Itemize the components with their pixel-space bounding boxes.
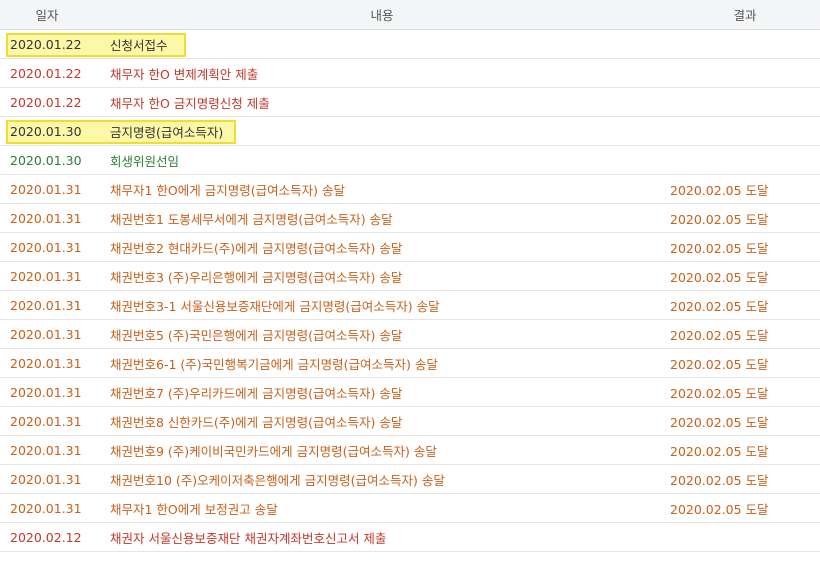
header-result: 결과 [733, 8, 757, 23]
row-content: 채권번호6-1 (주)국민행복기금에게 금지명령(급여소득자) 송달 [110, 356, 438, 372]
row-content: 채권번호5 (주)국민은행에게 금지명령(급여소득자) 송달 [110, 327, 403, 343]
table-row: 2020.01.31 채권번호7 (주)우리카드에게 금지명령(급여소득자) 송달… [0, 378, 820, 407]
row-date: 2020.01.31 [10, 442, 82, 458]
row-result: 2020.02.05 도달 [670, 356, 769, 372]
table-row: 2020.01.31 채권번호6-1 (주)국민행복기금에게 금지명령(급여소득자… [0, 349, 820, 378]
row-date: 2020.01.30 [10, 152, 82, 168]
header-content: 내용 [370, 8, 394, 23]
row-date: 2020.01.31 [10, 471, 82, 487]
row-date: 2020.01.31 [10, 239, 82, 255]
row-content: 채무자 한O 금지명령신청 제출 [110, 95, 270, 111]
table-header: 일자 내용 결과 [0, 0, 820, 30]
table-row: 2020.01.31 채권번호8 신한카드(주)에게 금지명령(급여소득자) 송달… [0, 407, 820, 436]
table-row: 2020.01.31 채권번호3 (주)우리은행에게 금지명령(급여소득자) 송달… [0, 262, 820, 291]
row-date: 2020.01.31 [10, 297, 82, 313]
row-content: 채권번호7 (주)우리카드에게 금지명령(급여소득자) 송달 [110, 385, 403, 401]
table-row: 2020.01.31 채권번호3-1 서울신용보증재단에게 금지명령(급여소득자)… [0, 291, 820, 320]
row-date: 2020.01.31 [10, 384, 82, 400]
table-row: 2020.01.30 회생위원선임 [0, 146, 820, 175]
row-result: 2020.02.05 도달 [670, 443, 769, 459]
table-row: 2020.01.31 채권번호9 (주)케이비국민카드에게 금지명령(급여소득자)… [0, 436, 820, 465]
row-date: 2020.01.31 [10, 268, 82, 284]
row-content: 채권번호9 (주)케이비국민카드에게 금지명령(급여소득자) 송달 [110, 443, 437, 459]
row-result: 2020.02.05 도달 [670, 211, 769, 227]
row-date: 2020.01.31 [10, 181, 82, 197]
row-content: 채권번호3-1 서울신용보증재단에게 금지명령(급여소득자) 송달 [110, 298, 440, 314]
row-date: 2020.01.31 [10, 210, 82, 226]
row-date: 2020.01.22 [10, 36, 82, 52]
row-content: 채권자 서울신용보증재단 채권자계좌번호신고서 제출 [110, 530, 387, 546]
row-result: 2020.02.05 도달 [670, 182, 769, 198]
row-content: 채권번호10 (주)오케이저축은행에게 금지명령(급여소득자) 송달 [110, 472, 445, 488]
table-row: 2020.01.31 채권번호2 현대카드(주)에게 금지명령(급여소득자) 송달… [0, 233, 820, 262]
row-content: 신청서접수 [110, 37, 168, 53]
table-row: 2020.01.22 신청서접수 [0, 30, 820, 59]
table-body: 2020.01.22 신청서접수 2020.01.22 채무자 한O 변제계획안 제출… [0, 30, 820, 552]
row-content: 금지명령(급여소득자) [110, 124, 224, 140]
row-result: 2020.02.05 도달 [670, 472, 769, 488]
row-date: 2020.01.31 [10, 355, 82, 371]
table-row: 2020.01.31 채무자1 한O에게 금지명령(급여소득자) 송달 2020.0… [0, 175, 820, 204]
row-content: 채권번호8 신한카드(주)에게 금지명령(급여소득자) 송달 [110, 414, 403, 430]
row-content: 채권번호1 도봉세무서에게 금지명령(급여소득자) 송달 [110, 211, 393, 227]
case-progress-table: 일자 내용 결과 2020.01.22 신청서접수 2020.01.22 채무자 한O… [0, 0, 820, 552]
row-date: 2020.01.22 [10, 65, 82, 81]
row-content: 채무자1 한O에게 보정권고 송달 [110, 501, 278, 517]
row-date: 2020.01.31 [10, 326, 82, 342]
row-content: 채무자1 한O에게 금지명령(급여소득자) 송달 [110, 182, 345, 198]
table-row: 2020.01.30 금지명령(급여소득자) [0, 117, 820, 146]
row-result: 2020.02.05 도달 [670, 240, 769, 256]
table-row: 2020.01.31 채권번호10 (주)오케이저축은행에게 금지명령(급여소득자… [0, 465, 820, 494]
row-content: 채권번호3 (주)우리은행에게 금지명령(급여소득자) 송달 [110, 269, 403, 285]
header-date: 일자 [35, 8, 59, 23]
row-result: 2020.02.05 도달 [670, 269, 769, 285]
row-content: 회생위원선임 [110, 153, 180, 169]
row-result: 2020.02.05 도달 [670, 414, 769, 430]
table-row: 2020.01.31 채권번호5 (주)국민은행에게 금지명령(급여소득자) 송달… [0, 320, 820, 349]
row-content: 채무자 한O 변제계획안 제출 [110, 66, 259, 82]
table-row: 2020.01.31 채권번호1 도봉세무서에게 금지명령(급여소득자) 송달 20… [0, 204, 820, 233]
table-row: 2020.01.22 채무자 한O 변제계획안 제출 [0, 59, 820, 88]
table-row: 2020.01.22 채무자 한O 금지명령신청 제출 [0, 88, 820, 117]
row-date: 2020.02.12 [10, 529, 82, 545]
row-date: 2020.01.31 [10, 500, 82, 516]
row-result: 2020.02.05 도달 [670, 298, 769, 314]
table-row: 2020.01.31 채무자1 한O에게 보정권고 송달 2020.02.05 도달 [0, 494, 820, 523]
row-date: 2020.01.22 [10, 94, 82, 110]
row-date: 2020.01.31 [10, 413, 82, 429]
row-result: 2020.02.05 도달 [670, 385, 769, 401]
table-row: 2020.02.12 채권자 서울신용보증재단 채권자계좌번호신고서 제출 [0, 523, 820, 552]
row-result: 2020.02.05 도달 [670, 501, 769, 517]
row-result: 2020.02.05 도달 [670, 327, 769, 343]
row-date: 2020.01.30 [10, 123, 82, 139]
row-content: 채권번호2 현대카드(주)에게 금지명령(급여소득자) 송달 [110, 240, 403, 256]
